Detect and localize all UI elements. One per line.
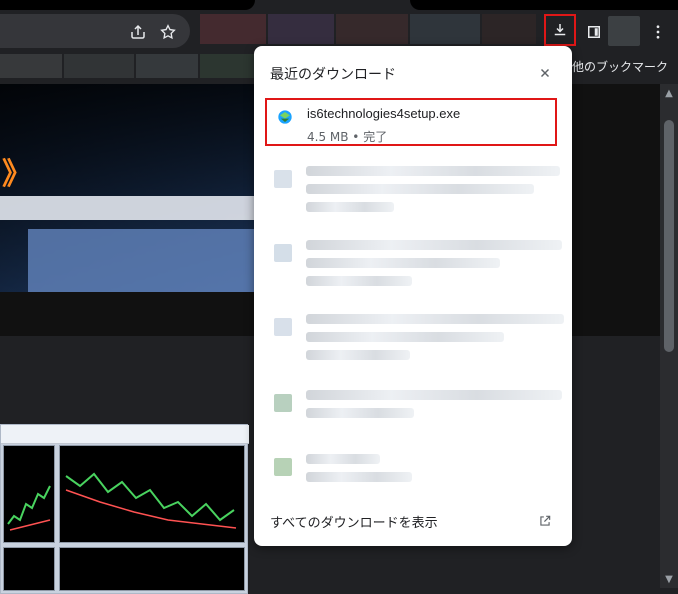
download-button[interactable] — [544, 14, 576, 46]
blurred-text-line — [306, 332, 504, 342]
download-item-blurred-4[interactable] — [270, 388, 562, 446]
chart-graphic — [65, 472, 237, 529]
download-item-selected[interactable]: is6technologies4setup.exe 4.5 MB • 完了 — [265, 98, 557, 146]
blurred-text-line — [306, 184, 534, 194]
hero-panel-graphic — [28, 229, 260, 292]
file-icon — [274, 458, 292, 476]
open-in-new-icon[interactable] — [534, 510, 556, 532]
star-icon[interactable] — [154, 18, 182, 46]
blurred-text-line — [306, 240, 562, 250]
side-panel-icon[interactable] — [580, 18, 608, 46]
hero-image: 》 — [0, 84, 260, 292]
close-icon[interactable] — [534, 62, 556, 84]
blurred-text-line — [306, 350, 410, 360]
blurred-text-line — [306, 258, 500, 268]
download-item-blurred-2[interactable] — [270, 238, 562, 296]
file-icon — [274, 318, 292, 336]
file-icon — [274, 394, 292, 412]
installer-icon — [278, 110, 292, 124]
page-scrollbar[interactable]: ▲ ▼ — [660, 84, 678, 588]
download-filename: is6technologies4setup.exe — [307, 106, 461, 121]
blurred-text-line — [306, 454, 380, 464]
blurred-tab-3[interactable] — [336, 14, 408, 44]
downloads-panel: 最近のダウンロード is6technologies4setup.exe 4.5 … — [254, 46, 572, 546]
chart-graphic — [7, 485, 51, 531]
blurred-text-line — [306, 314, 564, 324]
hero-toolbar-graphic — [0, 196, 260, 220]
share-icon[interactable] — [124, 18, 152, 46]
tab-strip-right — [410, 0, 678, 10]
blurred-text-line — [306, 166, 560, 176]
tab-strip-left — [0, 0, 255, 10]
chart-pane-left-bottom — [3, 547, 55, 591]
bookmark-3[interactable] — [136, 54, 198, 78]
scroll-down-arrow-icon[interactable]: ▼ — [660, 570, 678, 588]
blurred-text-line — [306, 408, 414, 418]
blurred-text-line — [306, 472, 412, 482]
blurred-tab-1[interactable] — [200, 14, 266, 44]
kebab-menu-icon[interactable] — [644, 18, 672, 46]
blurred-tab-4[interactable] — [410, 14, 480, 44]
show-all-downloads-link[interactable]: すべてのダウンロードを表示 — [270, 512, 438, 531]
scroll-up-arrow-icon[interactable]: ▲ — [660, 84, 678, 102]
file-icon — [274, 170, 292, 188]
blurred-text-line — [306, 276, 412, 286]
trading-screenshot — [0, 424, 249, 594]
chart-pane-left-top — [3, 445, 55, 543]
blurred-tab-5[interactable] — [482, 14, 536, 44]
bookmark-2[interactable] — [64, 54, 134, 78]
blurred-text-line — [306, 390, 562, 400]
downloads-panel-title: 最近のダウンロード — [270, 67, 396, 83]
chart-pane-right-bottom — [59, 547, 245, 591]
hero-chevron: 》 — [2, 157, 32, 192]
download-icon — [554, 24, 566, 36]
download-item-blurred-3[interactable] — [270, 312, 564, 370]
blurred-text-line — [306, 202, 394, 212]
download-meta: 4.5 MB • 完了 — [307, 130, 388, 144]
scroll-thumb[interactable] — [664, 120, 674, 352]
trading-toolbar — [1, 425, 249, 444]
download-item-blurred-5[interactable] — [270, 452, 560, 510]
bookmark-4[interactable] — [200, 54, 254, 78]
bookmark-1[interactable] — [0, 54, 62, 78]
profile-avatar[interactable] — [608, 16, 640, 46]
download-item-blurred-1[interactable] — [270, 164, 560, 222]
chart-pane-right-top — [59, 445, 245, 543]
file-icon — [274, 244, 292, 262]
blurred-tab-2[interactable] — [268, 14, 334, 44]
